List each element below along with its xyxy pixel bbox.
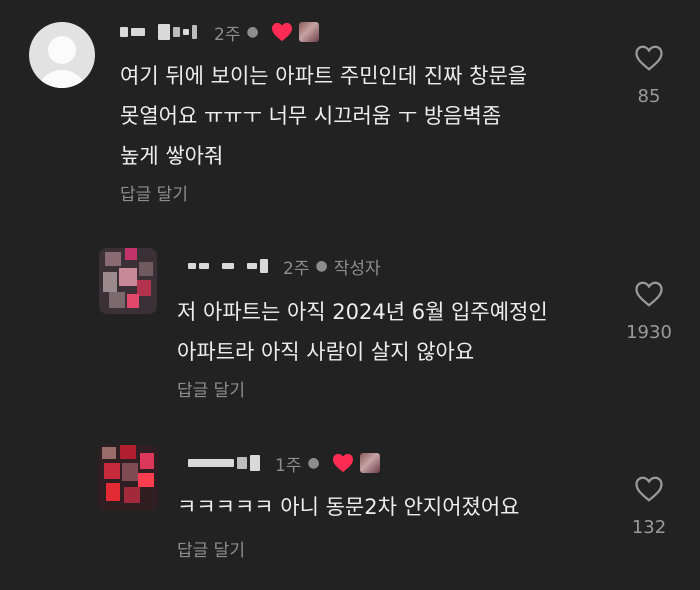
heart-outline-icon[interactable] bbox=[634, 475, 664, 503]
reply-button[interactable]: 답글 달기 bbox=[120, 180, 188, 205]
comment-text: 여기 뒤에 보이는 아파트 주민인데 진짜 창문을 못열어요 ㅠㅠㅜ 너무 시끄… bbox=[120, 56, 527, 176]
like-count: 85 bbox=[637, 86, 661, 107]
comment-text-line: 저 아파트는 아직 2024년 6월 입주예정인 bbox=[177, 300, 548, 324]
comment-meta: 2주 ● 작성자 bbox=[188, 254, 381, 279]
avatar[interactable] bbox=[29, 22, 95, 88]
separator-dot: ● bbox=[307, 455, 320, 471]
comment-text-line: ㅋㅋㅋㅋㅋ 아니 동문2차 안지어졌어요 bbox=[177, 495, 520, 519]
comment-meta: 2주 ● bbox=[120, 20, 319, 45]
comment-item: 1주 ● ㅋㅋㅋㅋㅋ 아니 동문2차 안지어졌어요 답글 달기 132 bbox=[0, 435, 700, 590]
comment-text: ㅋㅋㅋㅋㅋ 아니 동문2차 안지어졌어요 bbox=[177, 487, 520, 527]
reply-button[interactable]: 답글 달기 bbox=[177, 376, 245, 401]
comment-text-line: 여기 뒤에 보이는 아파트 주민인데 진짜 창문을 bbox=[120, 64, 528, 88]
like-control[interactable]: 132 bbox=[609, 475, 689, 538]
comment-item: 2주 ● 여기 뒤에 보이는 아파트 주민인데 진짜 창문을 못열어요 ㅠㅠㅜ … bbox=[0, 0, 700, 215]
comment-text-line: 높게 쌓아줘 bbox=[120, 144, 224, 168]
reply-button[interactable]: 답글 달기 bbox=[177, 536, 245, 561]
author-tag: 작성자 bbox=[333, 258, 381, 279]
heart-outline-icon[interactable] bbox=[634, 280, 664, 308]
comment-text-line: 아파트라 아직 사람이 살지 않아요 bbox=[177, 340, 475, 364]
separator-dot: ● bbox=[315, 258, 328, 274]
separator-dot: ● bbox=[246, 24, 259, 40]
comment-text: 저 아파트는 아직 2024년 6월 입주예정인 아파트라 아직 사람이 살지 … bbox=[177, 292, 548, 372]
like-control[interactable]: 85 bbox=[609, 44, 689, 107]
comment-time: 2주 bbox=[283, 258, 310, 279]
comment-meta: 1주 ● bbox=[188, 451, 380, 476]
creator-avatar-mini bbox=[359, 453, 380, 473]
like-control[interactable]: 1930 bbox=[609, 280, 689, 343]
username-blurred[interactable] bbox=[120, 24, 200, 40]
username-blurred[interactable] bbox=[188, 259, 271, 273]
avatar[interactable] bbox=[99, 248, 157, 314]
like-count: 132 bbox=[631, 517, 667, 538]
creator-avatar-mini bbox=[298, 22, 319, 42]
creator-liked-heart-icon bbox=[271, 22, 292, 42]
heart-outline-icon[interactable] bbox=[634, 44, 664, 72]
username-blurred[interactable] bbox=[188, 455, 263, 471]
comment-item: 2주 ● 작성자 저 아파트는 아직 2024년 6월 입주예정인 아파트라 아… bbox=[0, 240, 700, 415]
comment-time: 1주 bbox=[275, 455, 302, 476]
comment-text-line: 못열어요 ㅠㅠㅜ 너무 시끄러움 ㅜ 방음벽좀 bbox=[120, 104, 502, 128]
avatar[interactable] bbox=[98, 445, 158, 511]
like-count: 1930 bbox=[626, 322, 672, 343]
comment-time: 2주 bbox=[214, 24, 241, 45]
creator-liked-heart-icon bbox=[332, 453, 353, 473]
